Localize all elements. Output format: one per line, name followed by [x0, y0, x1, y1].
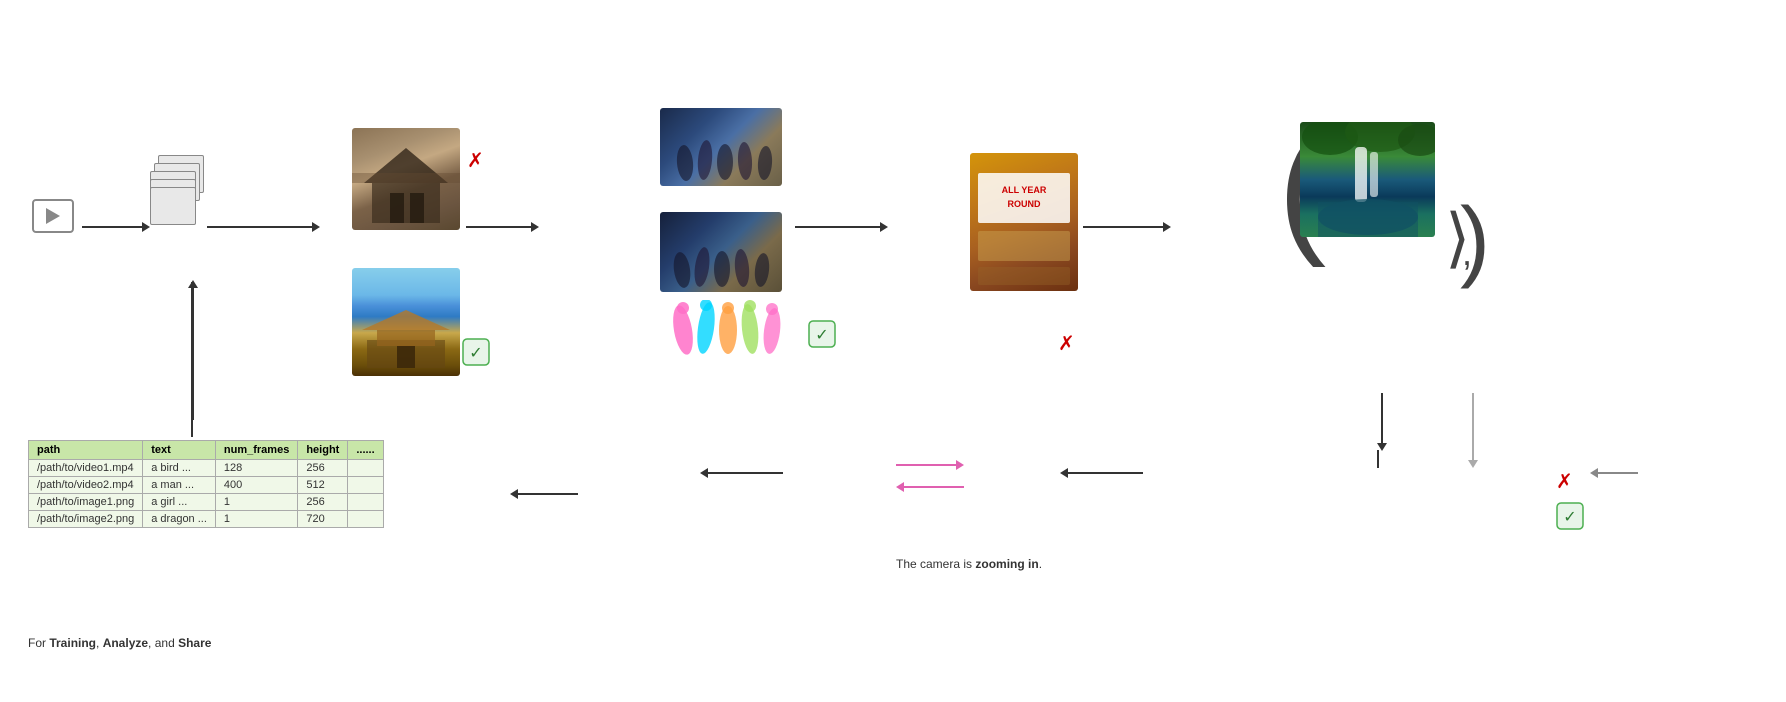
optical-flow-figure	[658, 300, 793, 395]
match-score-to-threshold	[1377, 450, 1379, 468]
optical-to-ocr-arrow	[795, 222, 888, 232]
refers-arrow-tip-up	[188, 280, 198, 288]
svg-text:ALL YEAR: ALL YEAR	[1002, 185, 1047, 195]
pan-left-arrow	[896, 482, 964, 492]
cross-bad: ✗	[467, 148, 484, 173]
table-row: /path/to/image1.pnga girl ...1256	[29, 494, 384, 511]
append-caption-text: The camera is zooming in.	[896, 557, 1042, 571]
clips-to-aesthetic-arrow	[207, 222, 320, 232]
table-row: /path/to/image2.pnga dragon ...1720	[29, 511, 384, 528]
svg-text:✓: ✓	[1563, 509, 1576, 526]
scene-cut-arrow	[82, 222, 150, 232]
table-row: /path/to/video1.mp4a bird ...128256	[29, 460, 384, 477]
waterfall-image	[1300, 122, 1435, 237]
cross-ocr: ✗	[1058, 331, 1075, 356]
arrow-match-tip	[1468, 460, 1478, 468]
caption-to-match-arrow	[1377, 393, 1387, 451]
check-match: ✓	[1556, 502, 1584, 533]
check-good: ✓	[462, 338, 490, 369]
refers-arrow-up	[192, 285, 194, 420]
training-label: For Training, Analyze, and Share	[28, 636, 211, 650]
col-dots: ......	[348, 441, 383, 460]
col-path: path	[29, 441, 143, 460]
col-numframes: num_frames	[215, 441, 297, 460]
aesthetic-bad-image	[352, 128, 460, 230]
aesthetic-good-image	[352, 268, 460, 376]
ocr-to-caption-arrow	[1083, 222, 1171, 232]
ocr-image: ALL YEAR ROUND	[970, 153, 1078, 291]
table-to-additional-arrow	[510, 489, 578, 499]
svg-text:✓: ✓	[815, 327, 828, 344]
v-arrow-match	[1472, 393, 1474, 465]
col-text: text	[143, 441, 216, 460]
svg-text:ROUND: ROUND	[1008, 199, 1041, 209]
check-optical: ✓	[808, 320, 836, 351]
svg-text:✓: ✓	[469, 345, 482, 362]
col-height: height	[298, 441, 348, 460]
h-arrow-threshold	[1590, 468, 1638, 478]
pan-right-arrow	[896, 460, 964, 470]
aesthetic-to-optical-arrow	[466, 222, 539, 232]
additional-to-camera-arrow	[700, 468, 783, 478]
data-table: path text num_frames height ...... /path…	[28, 440, 384, 528]
video-icon	[28, 195, 80, 237]
comma-after-paren: ,	[1462, 232, 1472, 274]
table-row: /path/to/video2.mp4a man ...400512	[29, 477, 384, 494]
cross-match: ✗	[1556, 469, 1573, 494]
frame0-image	[660, 108, 782, 186]
frame4-image	[660, 212, 782, 292]
camera-to-detect-arrow	[1060, 468, 1143, 478]
